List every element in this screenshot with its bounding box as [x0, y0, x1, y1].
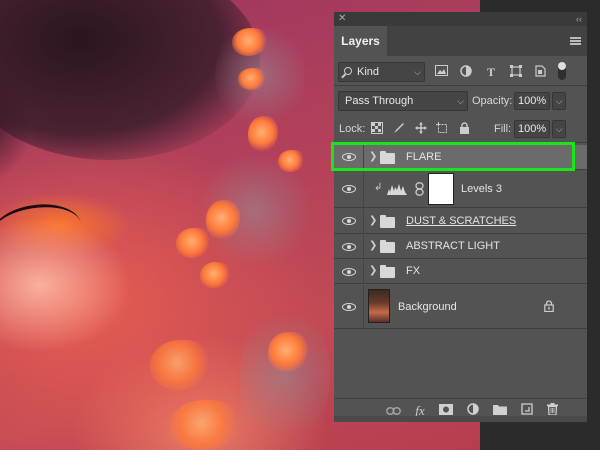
- flower: [150, 340, 210, 390]
- visibility-toggle[interactable]: [334, 209, 364, 233]
- eye-icon: [342, 268, 356, 276]
- panel-menu-icon[interactable]: [570, 37, 581, 45]
- filter-row: Kind ⌵ T: [334, 60, 587, 84]
- layer-row-abstract-light[interactable]: ❯ ABSTRACT LIGHT: [334, 235, 587, 259]
- fill-input[interactable]: 100%: [514, 120, 550, 138]
- lock-all-icon[interactable]: [458, 122, 471, 135]
- fill-label: Fill:: [494, 123, 512, 135]
- panel-tab-row: Layers: [334, 26, 587, 56]
- mask-link-icon[interactable]: [415, 182, 424, 199]
- layer-row-dust-scratches[interactable]: ❯ DUST & SCRATCHES: [334, 209, 587, 234]
- layers-list: ❯ FLARE ↲ Levels 3 ❯ DUST & SCRATCHES ❯ …: [334, 145, 587, 393]
- folder-icon: [380, 215, 395, 228]
- layer-name: DUST & SCRATCHES: [406, 215, 517, 227]
- layer-name: FX: [406, 265, 421, 277]
- highlight-box: [331, 142, 575, 171]
- lock-image-pixels-icon[interactable]: [392, 122, 405, 135]
- visibility-toggle[interactable]: [334, 235, 364, 258]
- filter-toggle[interactable]: [558, 62, 566, 80]
- panel-title-strip: ✕ ‹‹: [334, 12, 587, 26]
- visibility-toggle[interactable]: [334, 260, 364, 283]
- eyelid-line: [0, 198, 82, 242]
- blend-mode-dropdown[interactable]: Pass Through ⌵: [338, 91, 468, 111]
- hair-shape-2: [0, 60, 30, 180]
- tab-layers[interactable]: Layers: [334, 26, 387, 56]
- smoke: [240, 300, 330, 450]
- chevron-down-icon: ⌵: [457, 96, 464, 106]
- layer-thumbnail[interactable]: [368, 289, 390, 323]
- type-filter-icon[interactable]: T: [484, 65, 498, 79]
- eye-icon: [342, 217, 356, 225]
- expand-group-icon[interactable]: ❯: [369, 240, 377, 251]
- opacity-dropdown-button[interactable]: ⌵: [552, 92, 566, 110]
- chevron-down-icon: ⌵: [414, 67, 421, 77]
- collapse-panel-icon[interactable]: ‹‹: [576, 12, 582, 26]
- image-filter-icon[interactable]: [434, 65, 448, 79]
- folder-icon: [380, 240, 395, 253]
- visibility-toggle[interactable]: [334, 171, 364, 207]
- lock-label: Lock:: [339, 123, 366, 135]
- flower: [176, 228, 210, 258]
- smart-object-filter-icon[interactable]: [533, 65, 547, 79]
- fill-dropdown-button[interactable]: ⌵: [552, 120, 566, 138]
- search-icon: [344, 67, 352, 75]
- eye-icon: [342, 303, 356, 311]
- prevent-auto-nesting-icon[interactable]: [436, 122, 449, 135]
- clipping-mask-icon: ↲: [374, 182, 383, 193]
- folder-icon: [380, 265, 395, 278]
- adjustment-filter-icon[interactable]: [459, 65, 473, 79]
- layer-row-levels-3[interactable]: ↲ Levels 3: [334, 171, 587, 208]
- expand-group-icon[interactable]: ❯: [369, 265, 377, 276]
- eye-icon: [342, 243, 356, 251]
- eye-icon: [342, 185, 356, 193]
- filter-kind-label: Kind: [357, 66, 380, 78]
- layer-name: Levels 3: [461, 183, 502, 195]
- lock-transparent-pixels-icon[interactable]: [370, 122, 383, 135]
- layer-mask-thumbnail[interactable]: [428, 173, 454, 205]
- layer-row-background[interactable]: Background: [334, 285, 587, 329]
- flower: [170, 400, 240, 450]
- flower: [248, 116, 278, 152]
- levels-adjustment-icon: [387, 183, 407, 198]
- filter-kind-dropdown[interactable]: Kind ⌵: [338, 62, 425, 82]
- layer-name: ABSTRACT LIGHT: [406, 240, 500, 252]
- layers-panel: ✕ ‹‹ Layers Kind ⌵ T Pass Through ⌵ Opac…: [334, 12, 587, 422]
- layer-row-fx[interactable]: ❯ FX: [334, 260, 587, 284]
- shape-filter-icon[interactable]: [509, 65, 523, 79]
- blend-mode-value: Pass Through: [345, 95, 414, 107]
- layer-lock-icon[interactable]: [544, 300, 554, 315]
- expand-group-icon[interactable]: ❯: [369, 215, 377, 226]
- close-panel-icon[interactable]: ✕: [338, 12, 346, 26]
- divider: [334, 85, 587, 86]
- visibility-toggle[interactable]: [334, 285, 364, 328]
- panel-resize-grip[interactable]: [334, 416, 587, 422]
- flower: [200, 262, 230, 288]
- lock-position-icon[interactable]: [414, 122, 427, 135]
- opacity-label: Opacity:: [472, 95, 513, 107]
- layer-name: Background: [398, 301, 457, 313]
- flower: [278, 150, 304, 172]
- opacity-input[interactable]: 100%: [514, 92, 550, 110]
